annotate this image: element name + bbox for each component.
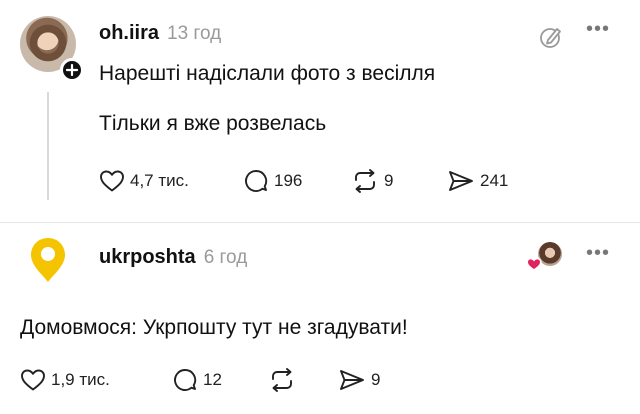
timestamp: 6 год — [203, 247, 248, 268]
send-icon — [449, 171, 473, 191]
post-text: Домовмося: Укрпошту тут не згадувати! — [20, 316, 408, 339]
repost-button[interactable] — [268, 367, 338, 393]
more-icon[interactable]: ••• — [586, 242, 610, 265]
post-header: ukrposhta 6 год — [99, 246, 247, 269]
repost-icon — [355, 169, 375, 193]
heart-icon — [100, 170, 124, 192]
post-actions: 1,9 тис. 12 9 — [20, 367, 380, 393]
follow-plus-icon[interactable] — [60, 58, 84, 82]
like-count: 1,9 тис. — [51, 370, 110, 389]
like-count: 4,7 тис. — [130, 171, 189, 190]
avatar[interactable] — [20, 232, 76, 288]
divider — [0, 222, 640, 223]
comment-count: 12 — [203, 370, 222, 389]
share-count: 241 — [480, 171, 509, 190]
repost-count: 9 — [384, 171, 394, 190]
post-text: Нарешті надіслали фото з весілля — [99, 62, 436, 85]
username[interactable]: ukrposhta — [99, 246, 196, 269]
ukrposhta-logo — [31, 238, 65, 282]
edit-icon[interactable] — [538, 24, 564, 55]
timestamp: 13 год — [167, 23, 222, 44]
post-text: Тільки я вже розвелась — [99, 112, 327, 135]
comment-button[interactable]: 196 — [243, 168, 351, 194]
heart-icon — [526, 256, 542, 272]
like-button[interactable]: 1,9 тис. — [20, 368, 172, 392]
post-actions: 4,7 тис. 196 9 241 — [99, 168, 508, 194]
share-button[interactable]: 241 — [447, 168, 508, 194]
repost-icon — [272, 368, 292, 392]
share-button[interactable]: 9 — [338, 367, 380, 393]
like-button[interactable]: 4,7 тис. — [99, 169, 243, 193]
repost-button[interactable]: 9 — [351, 168, 447, 194]
comment-icon — [174, 369, 197, 391]
comment-button[interactable]: 12 — [172, 367, 268, 393]
thread-line — [47, 92, 49, 200]
send-icon — [340, 370, 364, 390]
comment-count: 196 — [274, 171, 303, 190]
heart-icon — [21, 369, 45, 391]
post-header: oh.iira 13 год — [99, 22, 221, 45]
thread-post: oh.iira 13 год ••• Нарешті надіслали фот… — [0, 0, 640, 222]
share-count: 9 — [371, 370, 381, 389]
comment-icon — [245, 170, 268, 192]
more-icon[interactable]: ••• — [586, 18, 610, 41]
username[interactable]: oh.iira — [99, 22, 159, 45]
